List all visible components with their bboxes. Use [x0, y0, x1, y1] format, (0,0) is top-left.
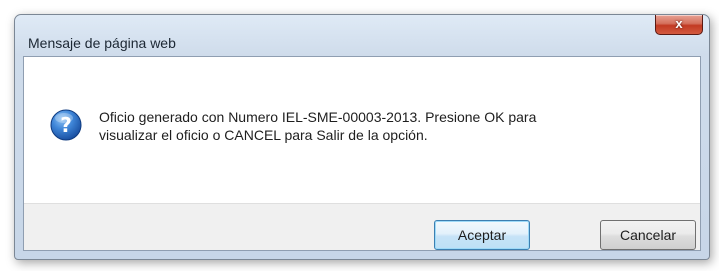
message-panel: ? Oficio generado con Numero IEL-SME-000… [24, 57, 700, 204]
message-line-2: visualizar el oficio o CANCEL para Salir… [99, 127, 428, 143]
close-icon: x [675, 16, 683, 31]
close-button[interactable]: x [655, 15, 703, 35]
window-title: Mensaje de página web [28, 35, 176, 51]
accept-button[interactable]: Aceptar [434, 220, 530, 250]
dialog-body: ? Oficio generado con Numero IEL-SME-000… [23, 56, 701, 251]
title-bar[interactable]: Mensaje de página web x [15, 15, 709, 55]
svg-text:?: ? [60, 113, 72, 137]
dialog-message: Oficio generado con Numero IEL-SME-00003… [99, 108, 659, 144]
message-line-1: Oficio generado con Numero IEL-SME-00003… [99, 109, 537, 125]
cancel-button[interactable]: Cancelar [600, 220, 696, 250]
message-dialog: Mensaje de página web x ? Oficio generad… [14, 14, 710, 260]
question-icon: ? [50, 109, 82, 141]
